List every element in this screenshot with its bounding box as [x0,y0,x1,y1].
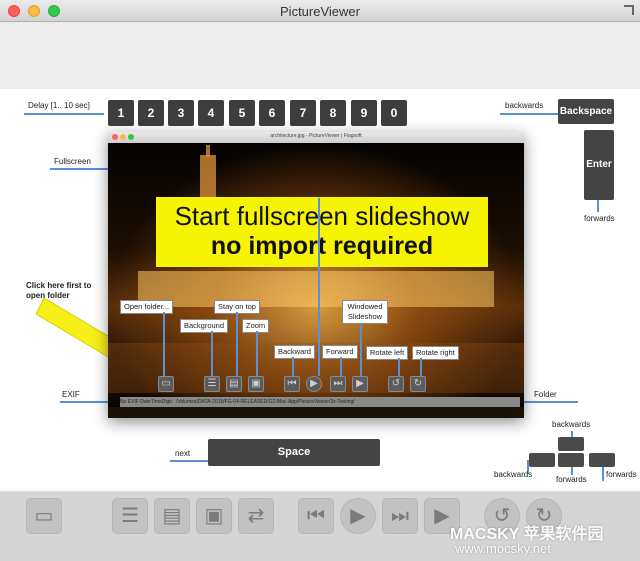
fullscreen-underline [50,168,112,170]
exif-status: No EXIF DateTimeDigit [120,399,172,405]
open-folder-icon[interactable]: ▭ [158,376,174,392]
delay-key-6[interactable]: 6 [259,100,285,126]
exif-label: EXIF [62,390,80,399]
background-icon[interactable]: ☰ [204,376,220,392]
arrow-up-label: backwards [552,420,591,429]
forwards-label: forwards [584,214,615,223]
toolbar-zoom-icon[interactable]: ▣ [196,498,232,534]
arrow-right-key[interactable] [589,453,615,467]
arrow-left-key[interactable] [529,453,555,467]
delay-key-0[interactable]: 0 [381,100,407,126]
toolbar-play-icon[interactable]: ▶ [340,498,376,534]
callout-open-folder: Open folder... [120,300,174,314]
connector-open-folder [163,312,165,376]
arrow-up-key[interactable] [558,437,584,451]
photo-spire [206,145,210,157]
rotate-left-icon[interactable]: ↺ [388,376,404,392]
preview-title: architecture.jpg - PictureViewer | Flags… [270,133,362,139]
connector-zoom [256,331,258,376]
title-bar: PictureViewer [0,0,640,22]
backwards-underline [500,113,558,115]
delay-key-2[interactable]: 2 [138,100,164,126]
arrow-down-label: forwards [556,475,587,484]
fullscreen-label: Fullscreen [54,157,91,166]
delay-key-7[interactable]: 7 [290,100,316,126]
preview-window: architecture.jpg - PictureViewer | Flags… [108,132,524,418]
folder-label: Folder [534,390,557,399]
delay-key-8[interactable]: 8 [320,100,346,126]
connector-windowed [360,324,362,376]
backward-icon[interactable]: ⏮ [284,376,300,392]
next-label: next [175,449,191,458]
arrow-right-label: forwards [606,470,637,479]
status-bar: No EXIF DateTimeDigit /Volumes/DATA-2015… [120,397,520,407]
toolbar-windowed-slideshow-icon[interactable]: ⇄ [238,498,274,534]
headline-line-1: Start fullscreen slideshow [174,201,470,231]
arrow-down-key[interactable] [558,453,584,467]
connector-background [211,331,213,376]
preview-title-bar: architecture.jpg - PictureViewer | Flags… [108,132,524,143]
callout-backward: Backward [274,345,315,359]
connector-play [318,198,320,376]
rotate-right-icon[interactable]: ↻ [410,376,426,392]
headline-banner: Start fullscreen slideshow no import req… [156,197,488,267]
toolbar-forward-icon[interactable]: ⏭ [382,498,418,534]
window-title: PictureViewer [280,4,360,19]
fullscreen-toggle-icon[interactable] [624,5,634,15]
toolbar-backward-icon[interactable]: ⏮ [298,498,334,534]
arrow-down-connector [571,467,573,475]
connector-rotate-left [398,358,400,376]
delay-label: Delay [1.. 10 sec] [28,101,90,110]
next-underline [170,460,210,462]
delay-key-5[interactable]: 5 [229,100,255,126]
folder-path: /Volumes/DATA-2015/FG-04-RELEASED/G2-Mac… [175,399,355,405]
play-slideshow-icon[interactable]: ▶ [306,376,322,392]
enter-key[interactable]: Enter [584,130,614,200]
delay-key-4[interactable]: 4 [198,100,224,126]
connector-rotate-right [420,358,422,376]
toolbar-open-folder-icon[interactable]: ▭ [26,498,62,534]
windowed-slideshow-icon[interactable]: ▶ [352,376,368,392]
stay-on-top-icon[interactable]: ▤ [226,376,242,392]
connector-backward [292,357,294,376]
photo-parliament [108,143,524,407]
arrow-left-label: backwards [494,470,533,479]
forwards-connector [597,200,599,212]
toolbar-background-icon[interactable]: ☰ [112,498,148,534]
connector-forward [340,357,342,376]
zoom-icon[interactable]: ▣ [248,376,264,392]
arrow-right-connector [602,467,604,481]
delay-key-3[interactable]: 3 [168,100,194,126]
delay-key-9[interactable]: 9 [351,100,377,126]
connector-stay-on-top [236,312,238,376]
space-key[interactable]: Space [208,439,380,466]
toolbar-stay-on-top-icon[interactable]: ▤ [154,498,190,534]
callout-background: Background [180,319,229,333]
photo-facade [138,271,494,307]
delay-underline [24,113,104,115]
watermark-url: www.mocsky.net [455,541,551,556]
delay-key-1[interactable]: 1 [108,100,134,126]
callout-windowed-slideshow: Windowed Slideshow [342,300,388,324]
backspace-key[interactable]: Backspace [558,99,614,124]
backwards-label: backwards [505,101,544,110]
forward-icon[interactable]: ⏭ [330,376,346,392]
headline-line-2: no import required [210,232,434,260]
callout-rotate-left: Rotate left [366,346,409,360]
